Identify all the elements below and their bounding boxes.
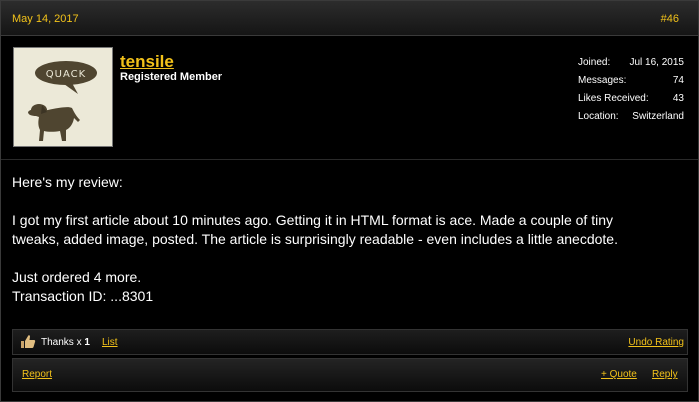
post-footer: Report + Quote Reply [12,358,688,392]
reply-link[interactable]: Reply [652,369,678,380]
message-line: Just ordered 4 more. [12,269,142,285]
thanks-number: 1 [84,337,90,348]
post-date: May 14, 2017 [12,13,79,25]
quote-link[interactable]: + Quote [601,369,637,380]
report-link[interactable]: Report [22,369,52,380]
message-line: Here's my review: [12,174,123,190]
message-line: I got my first article about 10 minutes … [12,212,613,228]
stat-likes-received: Likes Received: 43 [578,90,684,108]
stat-label: Location: [578,111,619,122]
likes-summary: Thanks x 1 List Undo Rating [12,329,688,355]
avatar-bubble-text: QUACK [46,69,86,80]
stat-value: Jul 16, 2015 [629,57,685,68]
stat-messages: Messages: 74 [578,72,684,90]
message-body: Here's my review: I got my first article… [12,173,692,306]
stat-location: Location: Switzerland [578,108,684,126]
message-line: Transaction ID: ...8301 [12,288,154,304]
likes-list-link[interactable]: List [102,337,118,348]
dog-quack-avatar-icon: QUACK [28,61,97,141]
post-number-link[interactable]: #46 [661,13,679,25]
stat-value[interactable]: 74 [673,72,684,90]
avatar[interactable]: QUACK [13,47,113,147]
stat-value: 43 [672,93,684,104]
username-link[interactable]: tensile [120,52,174,72]
thumbs-up-icon [21,335,36,348]
thanks-prefix: Thanks x [41,337,82,348]
post-container: May 14, 2017 #46 QUACK tensile Registere… [0,0,699,402]
thanks-count: Thanks x 1 [41,337,90,348]
undo-rating-link[interactable]: Undo Rating [628,337,684,348]
stat-label: Messages: [578,75,627,86]
stat-joined: Joined: Jul 16, 2015 [578,54,684,72]
post-header: May 14, 2017 #46 [1,1,698,36]
user-info: QUACK tensile Registered Member Joined: … [1,36,698,160]
stat-label: Likes Received: [578,93,649,104]
stat-label: Joined: [578,57,611,68]
user-stats: Joined: Jul 16, 2015 Messages: 74 Likes … [578,54,684,126]
stat-value[interactable]: Switzerland [632,108,684,126]
user-title: Registered Member [120,71,223,83]
message-line: tweaks, added image, posted. The article… [12,231,618,247]
